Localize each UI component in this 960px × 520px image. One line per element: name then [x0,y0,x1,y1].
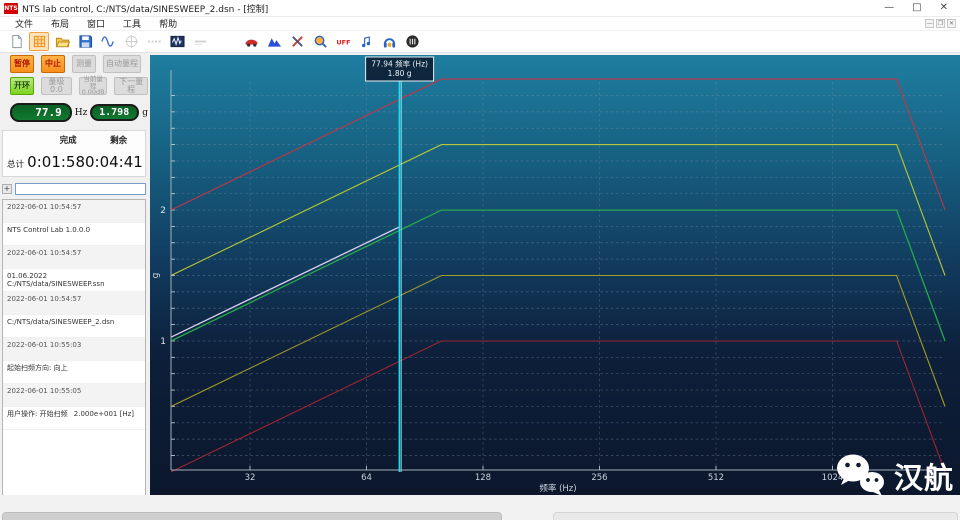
title-bar: NTS NTS lab control, C:/NTS/data/SINESWE… [0,0,960,17]
spectrum-icon[interactable] [264,32,284,51]
uff-icon[interactable]: UFF [333,32,353,51]
y-tick-label: 2 [160,206,166,216]
target-icon[interactable] [121,32,141,51]
car-icon[interactable] [241,32,261,51]
log-entry[interactable]: NTS Control Lab 1.0.0.0 [3,223,145,246]
next-range-button[interactable]: 下一量程 [114,77,148,95]
x-tick-label: 512 [708,473,724,483]
docked-panel-tab-left[interactable] [2,512,502,520]
x-tick-label: 256 [591,473,607,483]
cursor-tooltip: 77.94 频率 (Hz)1.80 g [365,56,435,82]
frequency-readout: 77.9 [10,103,72,122]
maximize-button[interactable]: □ [912,3,921,13]
open-loop-button[interactable]: 开环 [10,77,34,95]
measure-button[interactable]: 测量 [72,55,96,73]
close-button[interactable]: ✕ [940,3,948,13]
mdi-control-2[interactable]: ✕ [947,19,956,28]
mdi-control-0[interactable]: — [925,19,934,28]
x-tick-label: 64 [361,473,372,483]
pause-button[interactable]: 暂停 [10,55,34,73]
log-entry[interactable]: C:/NTS/data/SINESWEEP_2.dsn [3,315,145,338]
y-tick-label: 1 [160,337,166,347]
log-entry[interactable]: 2022-06-01 10:55:03 [3,338,145,361]
log-entry[interactable]: 2022-06-01 10:55:05 [3,384,145,407]
menu-bar: 文件 布局 窗口 工具 帮助 — ❐ ✕ [0,17,960,31]
level-button[interactable]: 量级0.0 [41,77,72,95]
sweep-progress-panel: 完成 剩余 总计 0:01:58 0:04:41 [2,130,146,177]
amplitude-unit: g [142,107,148,118]
log-entry[interactable]: 2022-06-01 10:54:57 [3,246,145,269]
open-folder-icon[interactable] [52,32,72,51]
zoom-icon[interactable] [310,32,330,51]
menu-item-0[interactable]: 文件 [6,17,42,30]
oscilloscope-icon[interactable] [167,32,187,51]
control-buttons-row2: 开环 量级0.0 当前量程 0.00dB 下一量程 [0,75,148,96]
amplitude-readout: 1.798 [90,104,140,121]
window-title: NTS lab control, C:/NTS/data/SINESWEEP_2… [22,4,269,15]
y-axis-title: g [151,273,161,279]
add-log-entry-button[interactable]: + [2,184,12,194]
control-buttons-row1: 暂停 中止 测量 自动量程 [0,55,148,73]
time-elapsed: 0:01:58 [27,153,85,171]
log-entry[interactable]: 起始扫频方向: 向上 [3,361,145,384]
menu-item-1[interactable]: 布局 [42,17,78,30]
x-tick-label: 128 [475,473,491,483]
music-note-icon[interactable] [356,32,376,51]
menu-item-4[interactable]: 帮助 [150,17,186,30]
svg-text:UFF: UFF [336,38,350,46]
column-header-remaining: 剩余 [110,136,128,146]
app-logo: NTS [4,2,18,14]
minimize-button[interactable]: — [884,3,894,13]
frequency-unit: Hz [74,107,88,118]
x-tick-label: 1024 [822,473,844,483]
chirp-icon[interactable] [144,32,164,51]
drum-icon[interactable] [402,32,422,51]
control-panel: 暂停 中止 测量 自动量程 开环 量级0.0 当前量程 0.00dB 下一量程 77.9 Hz… [0,55,148,509]
x-tick-label: 32 [245,473,256,483]
layout-grid-icon[interactable] [29,32,49,51]
mdi-window-controls: — ❐ ✕ [925,19,956,28]
mdi-control-1[interactable]: ❐ [936,19,945,28]
event-log-list[interactable]: 2022-06-01 10:54:57 NTS Control Lab 1.0.0… [2,199,146,509]
abort-button[interactable]: 中止 [41,55,65,73]
control-signal [170,226,400,338]
readout-row: 77.9 Hz 1.798 g [0,103,148,122]
headphones-icon[interactable] [379,32,399,51]
svg-text:1.80 g: 1.80 g [388,69,412,78]
menu-item-3[interactable]: 工具 [114,17,150,30]
menu-item-2[interactable]: 窗口 [78,17,114,30]
chart-panel: 32 64 128 256 512 1024 频率 (Hz) 1 2 g 77.94 频率 (Hz)… [150,55,960,495]
current-range-button[interactable]: 当前量程 0.00dB [78,75,108,96]
x-axis-title: 频率 (Hz) [539,483,576,494]
svg-text:77.94 频率 (Hz): 77.94 频率 (Hz) [371,59,428,69]
log-entry[interactable]: 2022-06-01 10:54:57 [3,292,145,315]
sine-wave-icon[interactable] [98,32,118,51]
log-entry[interactable]: 用户操作: 开始扫频 2.000e+001 [Hz] [3,407,145,430]
log-command-input[interactable] [15,183,146,195]
row-label-total: 总计 [7,160,25,170]
column-header-done: 完成 [59,136,77,146]
tools-icon[interactable] [287,32,307,51]
sweep-profile-chart[interactable]: 32 64 128 256 512 1024 频率 (Hz) 1 2 g 77.94 频率 (Hz)… [150,55,960,495]
log-entry[interactable]: 2022-06-01 10:54:57 [3,200,145,223]
log-entry[interactable]: 01.06.2022 C:/NTS/data/SINESWEEP.ssn [3,269,145,292]
cursor-line-icon[interactable] [190,32,210,51]
auto-range-button[interactable]: 自动量程 [103,55,141,73]
toolbar: UFF [0,31,960,53]
save-icon[interactable] [75,32,95,51]
time-remaining: 0:04:41 [85,153,143,171]
bottom-dock-area [0,495,960,520]
docked-panel-tab-right[interactable] [553,512,958,520]
new-document-icon[interactable] [6,32,26,51]
